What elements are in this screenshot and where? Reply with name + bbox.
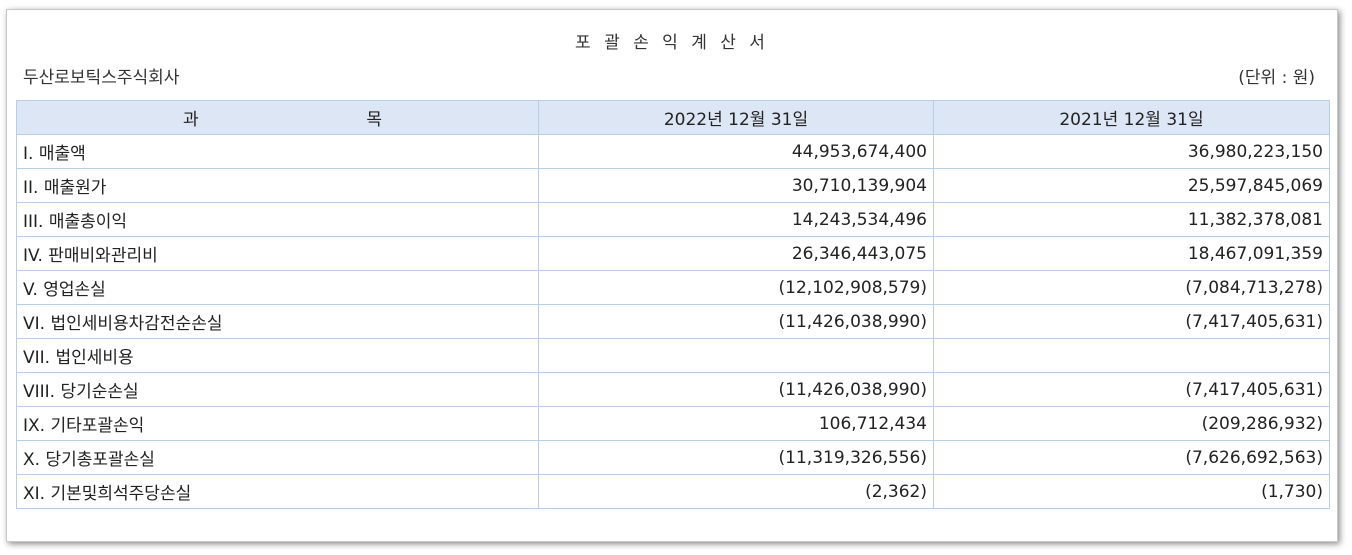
header-item: 과 목 — [16, 100, 539, 135]
table-row: VII. 법인세비용 — [16, 338, 1330, 373]
row-value-2021: 11,382,378,081 — [933, 202, 1330, 237]
row-label: X. 당기총포괄손실 — [16, 440, 539, 475]
table-header-row: 과 목 2022년 12월 31일 2021년 12월 31일 — [16, 100, 1330, 135]
header-item-part2: 목 — [366, 110, 382, 130]
row-value-2021: 25,597,845,069 — [933, 168, 1330, 203]
row-label: XI. 기본및희석주당손실 — [16, 474, 539, 509]
row-label: VII. 법인세비용 — [16, 338, 539, 373]
row-value-2021: 18,467,091,359 — [933, 236, 1330, 271]
row-value-2022: 26,346,443,075 — [538, 236, 934, 271]
row-value-2022: 30,710,139,904 — [538, 168, 934, 203]
header-item-part1: 과 — [183, 110, 199, 130]
table-row: XI. 기본및희석주당손실 (2,362) (1,730) — [16, 474, 1330, 509]
income-statement-table: 과 목 2022년 12월 31일 2021년 12월 31일 I. 매출액 44… — [16, 100, 1330, 509]
table-row: X. 당기총포괄손실 (11,319,326,556) (7,626,692,563… — [16, 440, 1330, 475]
row-value-2022 — [538, 338, 934, 373]
row-value-2021 — [933, 338, 1330, 373]
company-name: 두산로보틱스주식회사 — [23, 68, 180, 88]
table-row: VI. 법인세비용차감전순손실 (11,426,038,990) (7,417,40… — [16, 304, 1330, 339]
table-row: VIII. 당기순손실 (11,426,038,990) (7,417,405,63… — [16, 372, 1330, 407]
table-row: III. 매출총이익 14,243,534,496 11,382,378,081 — [16, 202, 1330, 237]
row-value-2021: (7,417,405,631) — [933, 372, 1330, 407]
row-value-2022: (12,102,908,579) — [538, 270, 934, 305]
row-value-2021: 36,980,223,150 — [933, 134, 1330, 169]
header-2022: 2022년 12월 31일 — [538, 100, 934, 135]
statement-panel: 포 괄 손 익 계 산 서 두산로보틱스주식회사 (단위 : 원) 과 목 20… — [6, 9, 1338, 542]
row-value-2021: (1,730) — [933, 474, 1330, 509]
row-value-2022: 14,243,534,496 — [538, 202, 934, 237]
row-value-2022: (11,426,038,990) — [538, 372, 934, 407]
header-2021: 2021년 12월 31일 — [933, 100, 1330, 135]
row-value-2022: (11,319,326,556) — [538, 440, 934, 475]
row-value-2021: (7,417,405,631) — [933, 304, 1330, 339]
statement-title: 포 괄 손 익 계 산 서 — [575, 33, 769, 53]
row-label: VI. 법인세비용차감전순손실 — [16, 304, 539, 339]
table-row: IX. 기타포괄손익 106,712,434 (209,286,932) — [16, 406, 1330, 441]
table-row: IV. 판매비와관리비 26,346,443,075 18,467,091,359 — [16, 236, 1330, 271]
table-row: I. 매출액 44,953,674,400 36,980,223,150 — [16, 134, 1330, 169]
row-value-2021: (7,084,713,278) — [933, 270, 1330, 305]
row-label: VIII. 당기순손실 — [16, 372, 539, 407]
row-value-2022: (11,426,038,990) — [538, 304, 934, 339]
row-label: II. 매출원가 — [16, 168, 539, 203]
row-value-2022: 106,712,434 — [538, 406, 934, 441]
row-label: III. 매출총이익 — [16, 202, 539, 237]
row-value-2022: (2,362) — [538, 474, 934, 509]
row-value-2021: (7,626,692,563) — [933, 440, 1330, 475]
row-label: IX. 기타포괄손익 — [16, 406, 539, 441]
unit-label: (단위 : 원) — [1238, 68, 1315, 88]
row-label: I. 매출액 — [16, 134, 539, 169]
table-row: V. 영업손실 (12,102,908,579) (7,084,713,278) — [16, 270, 1330, 305]
row-value-2022: 44,953,674,400 — [538, 134, 934, 169]
table-row: II. 매출원가 30,710,139,904 25,597,845,069 — [16, 168, 1330, 203]
row-label: IV. 판매비와관리비 — [16, 236, 539, 271]
row-label: V. 영업손실 — [16, 270, 539, 305]
row-value-2021: (209,286,932) — [933, 406, 1330, 441]
